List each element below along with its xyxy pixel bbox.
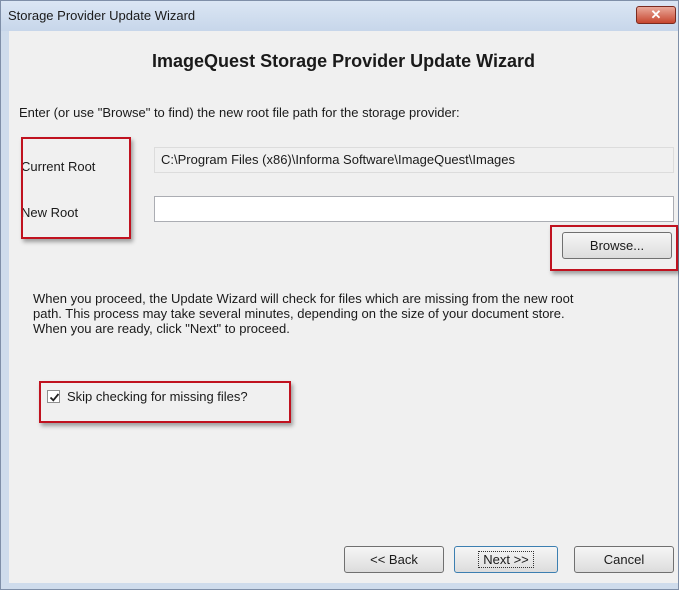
- instruction-text: Enter (or use "Browse" to find) the new …: [19, 105, 460, 120]
- back-button[interactable]: << Back: [344, 546, 444, 573]
- next-button[interactable]: Next >>: [454, 546, 558, 573]
- next-button-label: Next >>: [478, 551, 534, 568]
- wizard-client-area: ImageQuest Storage Provider Update Wizar…: [9, 31, 678, 583]
- title-bar[interactable]: Storage Provider Update Wizard ✕: [1, 1, 678, 31]
- skip-check-highlight-box: [39, 381, 291, 423]
- labels-highlight-box: [21, 137, 131, 239]
- window-title: Storage Provider Update Wizard: [8, 8, 196, 23]
- cancel-button[interactable]: Cancel: [574, 546, 674, 573]
- new-root-input[interactable]: [154, 196, 674, 222]
- close-button[interactable]: ✕: [636, 6, 676, 24]
- browse-highlight-box: [550, 225, 678, 271]
- wizard-window: Storage Provider Update Wizard ✕ ImageQu…: [0, 0, 679, 590]
- close-icon: ✕: [650, 7, 662, 22]
- wizard-heading: ImageQuest Storage Provider Update Wizar…: [152, 51, 535, 71]
- current-root-field: C:\Program Files (x86)\Informa Software\…: [154, 147, 674, 173]
- description-text: When you proceed, the Update Wizard will…: [33, 291, 574, 336]
